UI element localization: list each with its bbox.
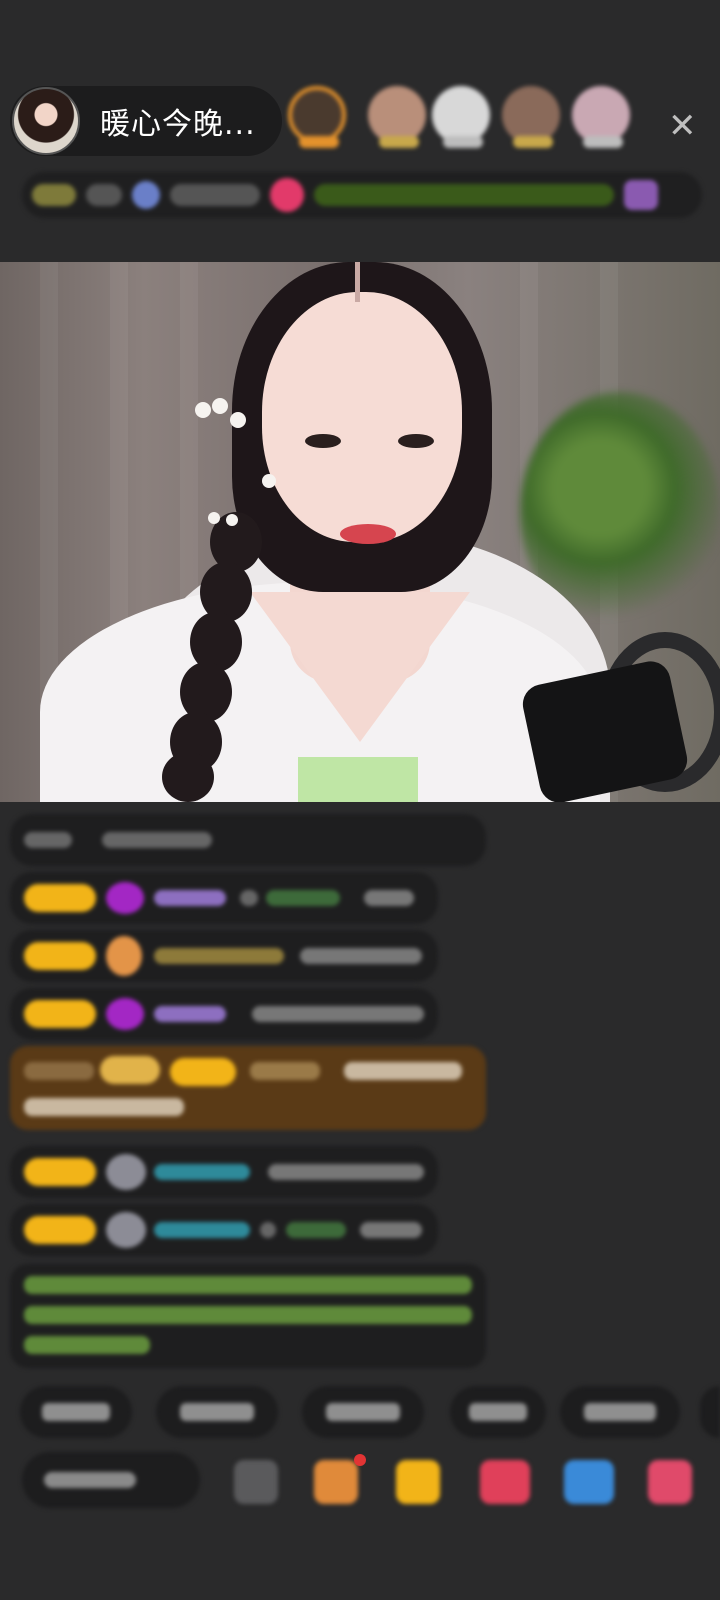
red-packet-icon[interactable] — [480, 1460, 530, 1504]
game-icon[interactable] — [564, 1460, 614, 1504]
comment-input[interactable] — [22, 1452, 200, 1508]
gift-box-icon[interactable] — [314, 1460, 358, 1504]
live-video[interactable] — [0, 262, 720, 802]
top-viewer-1[interactable] — [288, 86, 350, 154]
chat-highlight-message[interactable] — [10, 1046, 486, 1130]
more-apps-icon[interactable] — [648, 1460, 692, 1504]
room-info-strip[interactable] — [22, 172, 702, 218]
quick-reply-6[interactable] — [700, 1386, 720, 1438]
chat-message-5[interactable] — [10, 1204, 438, 1256]
chat-message-1[interactable] — [10, 872, 438, 924]
host-info-pill[interactable]: 暖心今晚... — [10, 86, 282, 156]
top-viewer-3[interactable] — [432, 86, 494, 154]
quick-reply-5[interactable] — [560, 1386, 680, 1438]
chat-message-4[interactable] — [10, 1146, 438, 1198]
notification-dot — [354, 1454, 366, 1466]
quick-reply-4[interactable] — [450, 1386, 546, 1438]
top-viewer-4[interactable] — [502, 86, 564, 154]
quick-reply-1[interactable] — [20, 1386, 132, 1438]
top-viewer-5[interactable] — [572, 86, 634, 154]
host-avatar[interactable] — [12, 87, 80, 155]
close-icon[interactable]: ✕ — [668, 106, 697, 146]
host-name: 暖心今晚... — [100, 107, 256, 142]
top-viewer-2[interactable] — [368, 86, 430, 154]
emoji-icon[interactable] — [234, 1460, 278, 1504]
chat-message-3[interactable] — [10, 988, 438, 1040]
chat-announcement — [10, 1264, 486, 1368]
chat-system-notice — [10, 814, 486, 866]
quick-reply-3[interactable] — [302, 1386, 424, 1438]
treasure-icon[interactable] — [396, 1460, 440, 1504]
quick-reply-2[interactable] — [156, 1386, 278, 1438]
chat-message-2[interactable] — [10, 930, 438, 982]
